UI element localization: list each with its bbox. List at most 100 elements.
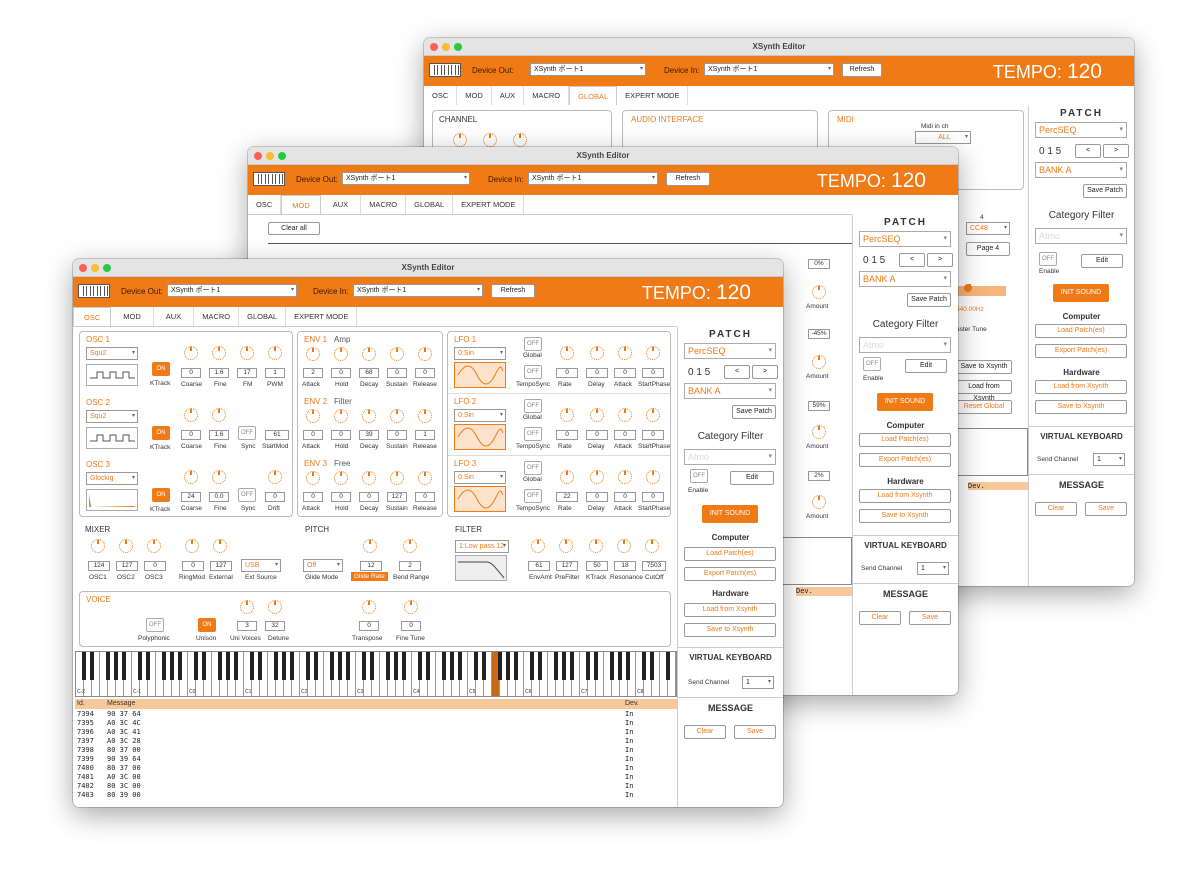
- log-row[interactable]: 7398 80 37 00 In: [75, 746, 677, 755]
- mixer-osc1-value[interactable]: 124: [88, 561, 110, 571]
- lfo1-delay-value[interactable]: 0: [586, 368, 608, 378]
- log-row[interactable]: 7399 90 39 64 In: [75, 755, 677, 764]
- clear-all-button[interactable]: Clear all: [268, 222, 320, 235]
- osc3-wave-select[interactable]: Glockig: [86, 472, 138, 485]
- minimize-button[interactable]: [442, 43, 450, 51]
- tab-macro[interactable]: MACRO: [361, 195, 407, 214]
- load-xsynth-button[interactable]: Load from Xsynth: [859, 489, 951, 503]
- reset-global-button[interactable]: Reset Global: [956, 400, 1012, 414]
- device-out-select[interactable]: XSynth ポート1: [342, 172, 470, 185]
- device-in-select[interactable]: XSynth ポート1: [528, 172, 658, 185]
- device-out-select[interactable]: XSynth ポート1: [530, 63, 646, 76]
- next-patch-button[interactable]: >: [1103, 144, 1129, 158]
- lfo3-delay-value[interactable]: 0: [586, 492, 608, 502]
- env1-decay-value[interactable]: 68: [359, 368, 379, 378]
- env-knob[interactable]: [362, 471, 376, 485]
- next-patch-button[interactable]: >: [927, 253, 953, 267]
- black-key[interactable]: [569, 652, 575, 680]
- black-key[interactable]: [593, 652, 599, 680]
- enable-toggle[interactable]: OFF: [863, 357, 881, 371]
- load-xsynth-button[interactable]: Load from Xsynth: [1035, 380, 1127, 394]
- mixer-osc3-knob[interactable]: [147, 539, 161, 553]
- glide-rate-value[interactable]: 12: [360, 561, 382, 571]
- tab-aux[interactable]: AUX: [154, 307, 195, 326]
- lfo-attack-knob[interactable]: [618, 408, 632, 422]
- transpose-knob[interactable]: [362, 600, 376, 614]
- prev-patch-button[interactable]: <: [1075, 144, 1101, 158]
- load-patch-button[interactable]: Load Patch(es): [684, 547, 776, 561]
- log-row[interactable]: 7403 80 39 00 In: [75, 791, 677, 800]
- black-key[interactable]: [161, 652, 167, 680]
- black-key[interactable]: [313, 652, 319, 680]
- edit-button[interactable]: Edit: [730, 471, 774, 485]
- channel-knob[interactable]: [453, 133, 467, 147]
- env-knob[interactable]: [418, 409, 432, 423]
- device-out-select[interactable]: XSynth ポート1: [167, 284, 297, 297]
- black-key[interactable]: [529, 652, 535, 680]
- env-knob[interactable]: [390, 471, 404, 485]
- black-key[interactable]: [553, 652, 559, 680]
- black-key[interactable]: [201, 652, 207, 680]
- mixer-ringmod-knob[interactable]: [185, 539, 199, 553]
- osc3-sync-toggle[interactable]: OFF: [238, 488, 256, 502]
- black-key[interactable]: [145, 652, 151, 680]
- black-key[interactable]: [113, 652, 119, 680]
- black-key[interactable]: [617, 652, 623, 680]
- log-row[interactable]: 7397 A0 3C 28 In: [75, 737, 677, 746]
- enable-toggle[interactable]: OFF: [690, 469, 708, 483]
- black-key[interactable]: [337, 652, 343, 680]
- env2-attack-value[interactable]: 0: [303, 430, 323, 440]
- refresh-button[interactable]: Refresh: [666, 172, 710, 186]
- glide-mode-select[interactable]: Off: [303, 559, 343, 572]
- black-key[interactable]: [441, 652, 447, 680]
- env3-attack-value[interactable]: 0: [303, 492, 323, 502]
- black-key[interactable]: [537, 652, 543, 680]
- channel-knob[interactable]: [513, 133, 527, 147]
- osc1-fine-value[interactable]: 1.6: [209, 368, 229, 378]
- lfo1-global-toggle[interactable]: OFF: [524, 337, 542, 351]
- env-knob[interactable]: [306, 471, 320, 485]
- env-knob[interactable]: [306, 347, 320, 361]
- refresh-button[interactable]: Refresh: [842, 63, 882, 77]
- bend-range-value[interactable]: 2: [399, 561, 421, 571]
- env2-release-value[interactable]: 1: [415, 430, 435, 440]
- save-patch-button[interactable]: Save Patch: [1083, 184, 1127, 198]
- env2-decay-value[interactable]: 39: [359, 430, 379, 440]
- tab-aux[interactable]: AUX: [321, 195, 362, 214]
- filter-type-select[interactable]: 1:Low pass 12: [455, 540, 509, 553]
- black-key[interactable]: [561, 652, 567, 680]
- log-row[interactable]: 7402 80 3C 00 In: [75, 782, 677, 791]
- send-channel-select[interactable]: 1: [1093, 453, 1125, 466]
- black-key[interactable]: [249, 652, 255, 680]
- global-save-xsynth-button[interactable]: Save to Xsynth: [956, 360, 1012, 374]
- black-key[interactable]: [665, 652, 671, 680]
- next-patch-button[interactable]: >: [752, 365, 778, 379]
- transpose-value[interactable]: 0: [359, 621, 379, 631]
- osc3-coarse-knob[interactable]: [184, 470, 198, 484]
- clear-button[interactable]: Clear: [859, 611, 901, 625]
- message-save-button[interactable]: Save: [909, 611, 951, 625]
- lfo-rate-knob[interactable]: [560, 470, 574, 484]
- virtual-keyboard[interactable]: C-2 C-1 C0 C1 C2 C3 C4 C5 C6 C7 C8: [75, 651, 677, 697]
- log-row[interactable]: 7394 90 37 64 In: [75, 710, 677, 719]
- lfo-delay-knob[interactable]: [590, 470, 604, 484]
- black-key[interactable]: [105, 652, 111, 680]
- mixer-osc1-knob[interactable]: [91, 539, 105, 553]
- env3-release-value[interactable]: 0: [415, 492, 435, 502]
- edit-button[interactable]: Edit: [905, 359, 947, 373]
- black-key[interactable]: [137, 652, 143, 680]
- osc2-startmod-value[interactable]: 61: [265, 430, 289, 440]
- filter-envamt-value[interactable]: 61: [528, 561, 550, 571]
- black-key[interactable]: [177, 652, 183, 680]
- bank-select[interactable]: BANK A: [684, 383, 776, 399]
- patch-name-select[interactable]: PercSEQ: [1035, 122, 1127, 138]
- lfo-startphase-knob[interactable]: [646, 408, 660, 422]
- osc1-fm-knob[interactable]: [240, 346, 254, 360]
- lfo1-wave-select[interactable]: 0:Sin: [454, 347, 506, 360]
- lfo2-attack-value[interactable]: 0: [614, 430, 636, 440]
- amount-knob[interactable]: [812, 285, 826, 299]
- lfo3-global-toggle[interactable]: OFF: [524, 461, 542, 475]
- send-channel-select[interactable]: 1: [742, 676, 774, 689]
- page-button[interactable]: Page 4: [966, 242, 1010, 256]
- black-key[interactable]: [641, 652, 647, 680]
